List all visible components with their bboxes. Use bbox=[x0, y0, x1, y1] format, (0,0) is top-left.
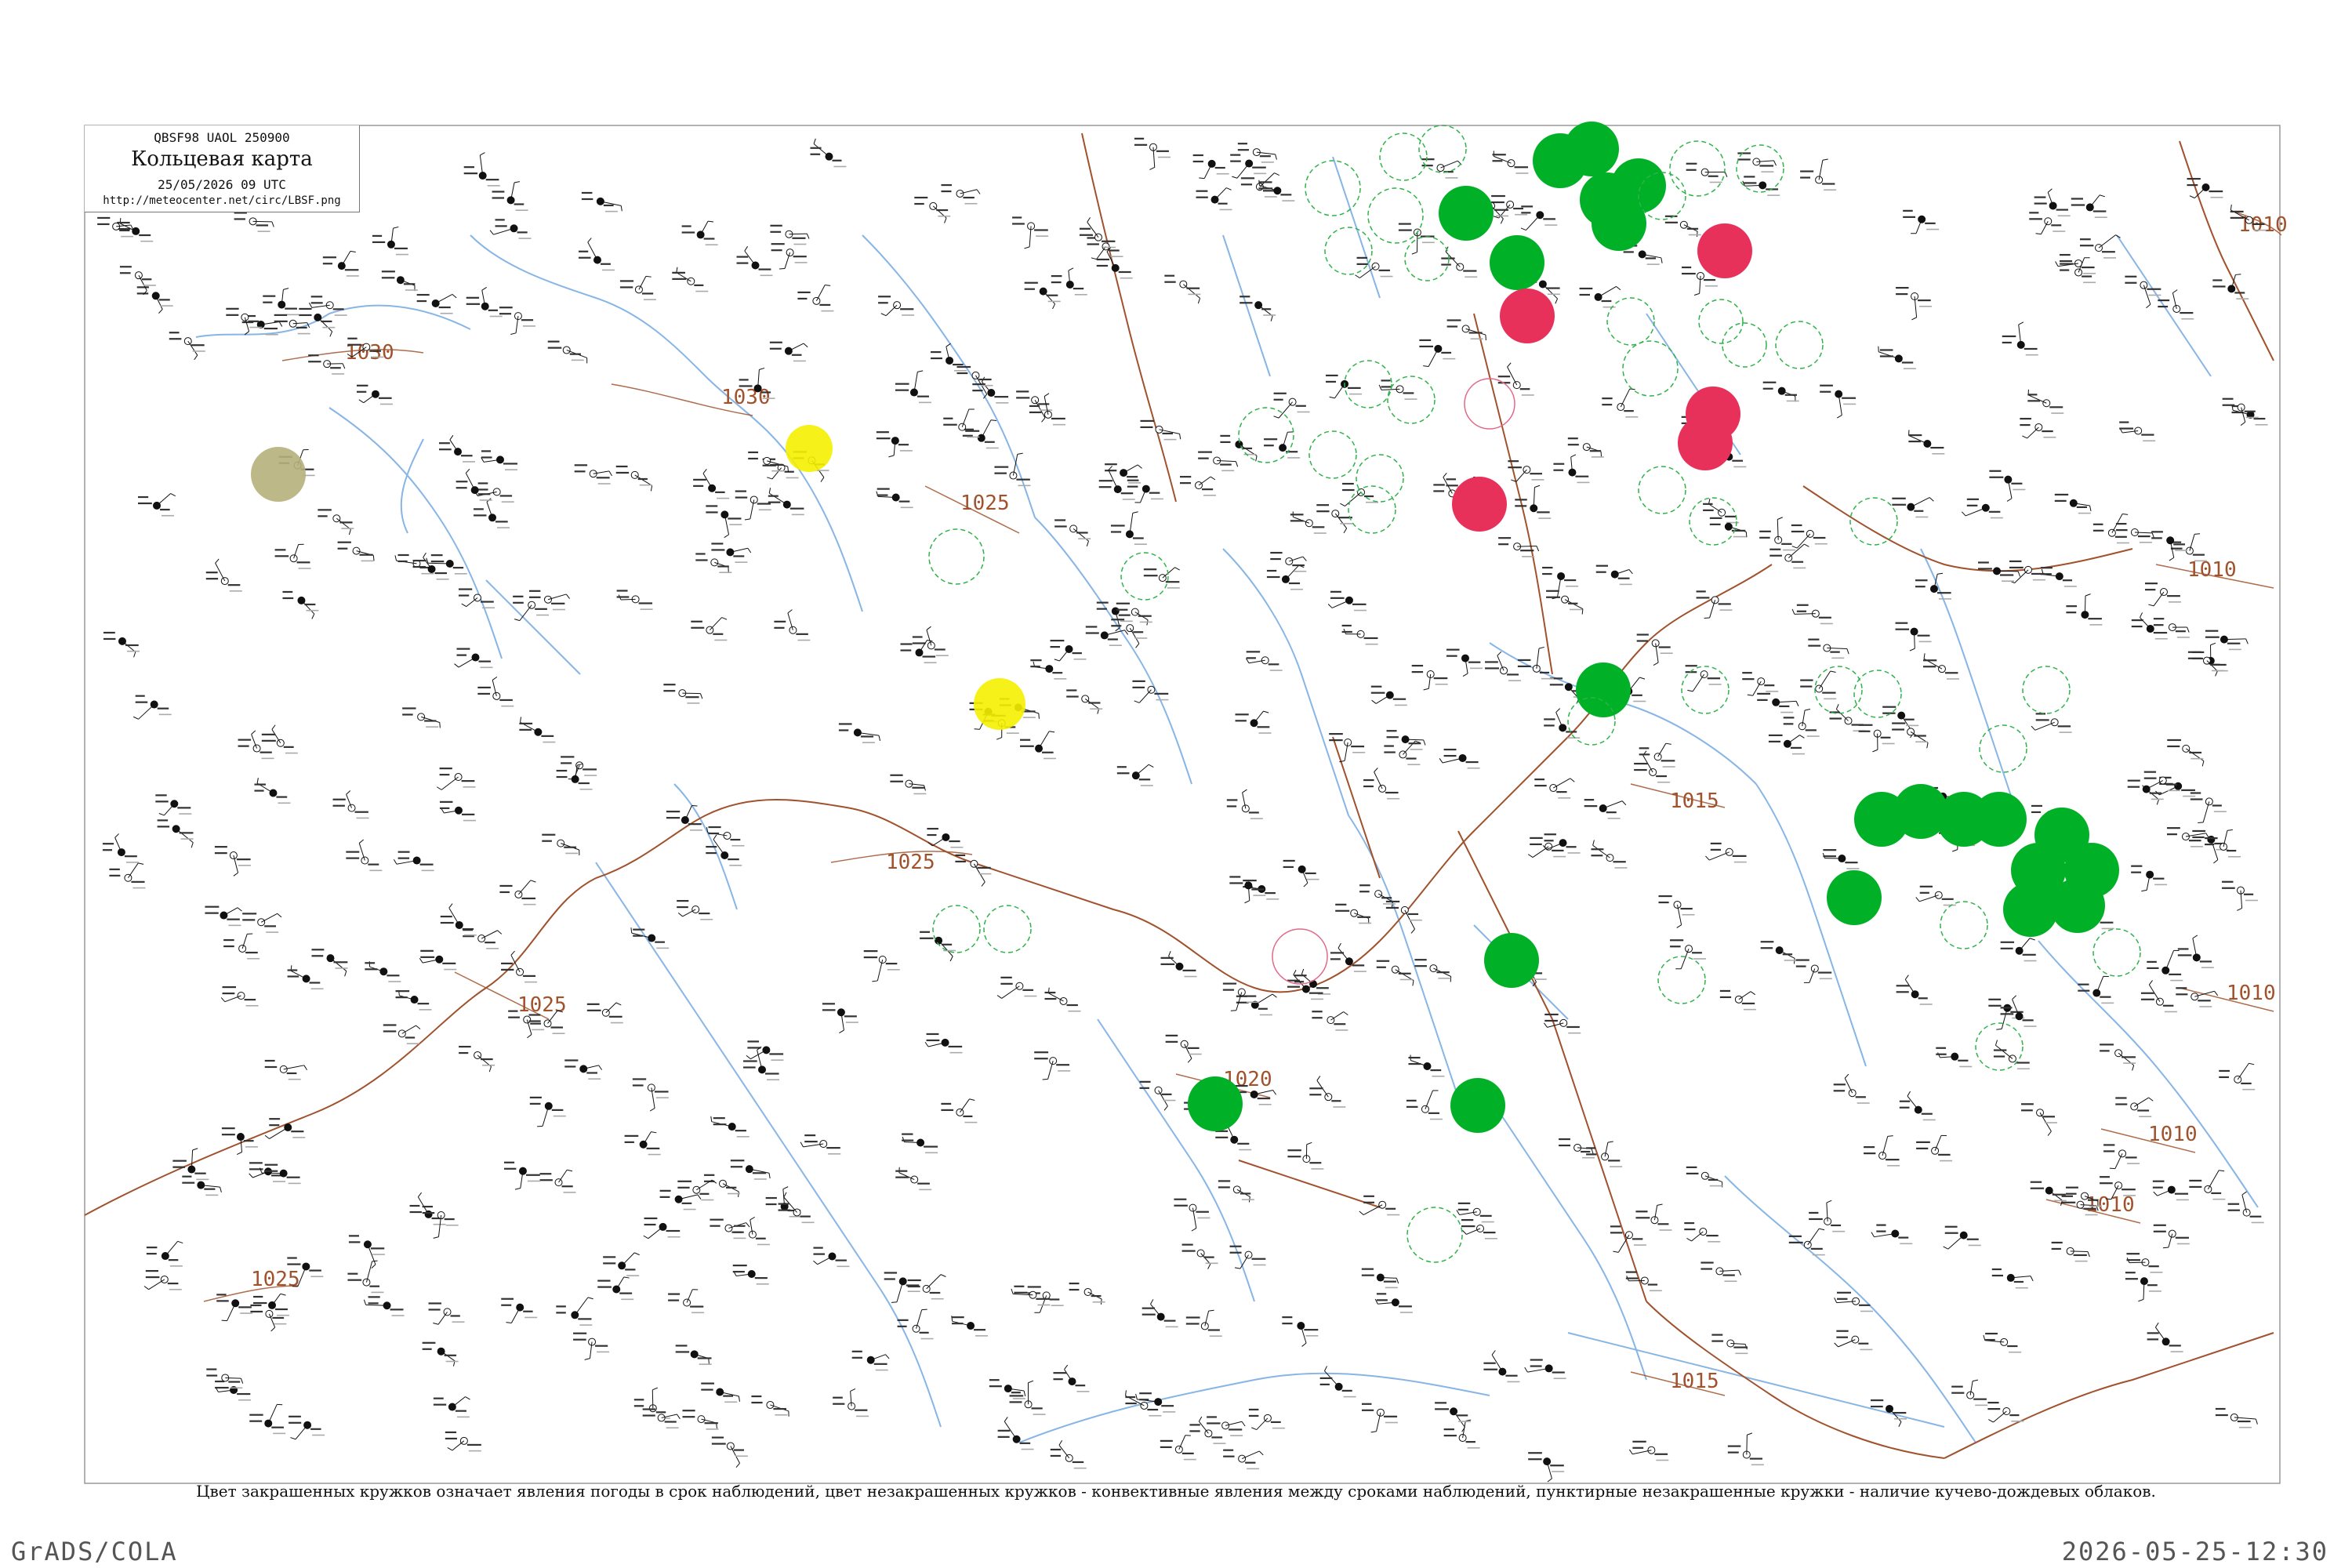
footer-timestamp: 2026-05-25-12:30 bbox=[2061, 1537, 2328, 1566]
map-datetime: 25/05/2026 09 UTC bbox=[158, 177, 286, 192]
footer-software: GrADS/COLA bbox=[11, 1537, 178, 1566]
isobar-label: 1025 bbox=[886, 851, 935, 874]
rain-circle[interactable] bbox=[2003, 882, 2058, 937]
title-box: QBSF98 UAOL 250900 Кольцевая карта 25/05… bbox=[85, 125, 360, 212]
isobar-label: 1025 bbox=[251, 1268, 300, 1291]
map-title: Кольцевая карта bbox=[131, 147, 313, 171]
thunder-circle[interactable] bbox=[1452, 477, 1507, 532]
haze-circle[interactable] bbox=[974, 678, 1025, 730]
synoptic-map: 1030103010251025102510251020101510151010… bbox=[84, 122, 2288, 1484]
rain-circle[interactable] bbox=[2050, 878, 2105, 933]
isobar-label: 1010 bbox=[2187, 558, 2237, 582]
source-url[interactable]: http://meteocenter.net/circ/LBSF.png bbox=[85, 194, 359, 207]
rain-circle[interactable] bbox=[1439, 186, 1494, 241]
bulletin-code: QBSF98 UAOL 250900 bbox=[154, 130, 290, 145]
fog-circle[interactable] bbox=[251, 447, 306, 502]
rain-circle[interactable] bbox=[1592, 196, 1646, 251]
rain-circle[interactable] bbox=[1972, 792, 2027, 847]
haze-circle[interactable] bbox=[786, 425, 833, 472]
thunder-circle[interactable] bbox=[1686, 387, 1740, 441]
rain-circle[interactable] bbox=[1188, 1076, 1243, 1131]
rain-circle[interactable] bbox=[1490, 235, 1544, 290]
isobar-label: 1015 bbox=[1670, 789, 1719, 813]
isobar-label: 1010 bbox=[2227, 982, 2276, 1005]
isobar-label: 1030 bbox=[721, 386, 771, 409]
rain-circle[interactable] bbox=[1450, 1078, 1505, 1133]
rain-circle[interactable] bbox=[1484, 933, 1539, 988]
rain-circle[interactable] bbox=[1827, 870, 1882, 925]
isobar-label: 1025 bbox=[517, 993, 567, 1017]
isobar-label: 1015 bbox=[1670, 1370, 1719, 1393]
rain-circle[interactable] bbox=[1564, 122, 1619, 176]
rain-circle[interactable] bbox=[1576, 662, 1631, 717]
legend-caption: Цвет закрашенных кружков означает явлени… bbox=[196, 1482, 2156, 1501]
thunder-circle[interactable] bbox=[1697, 223, 1752, 278]
isobar-label: 1010 bbox=[2148, 1123, 2198, 1146]
isobar-label: 1025 bbox=[960, 492, 1010, 515]
thunder-circle[interactable] bbox=[1500, 289, 1555, 343]
